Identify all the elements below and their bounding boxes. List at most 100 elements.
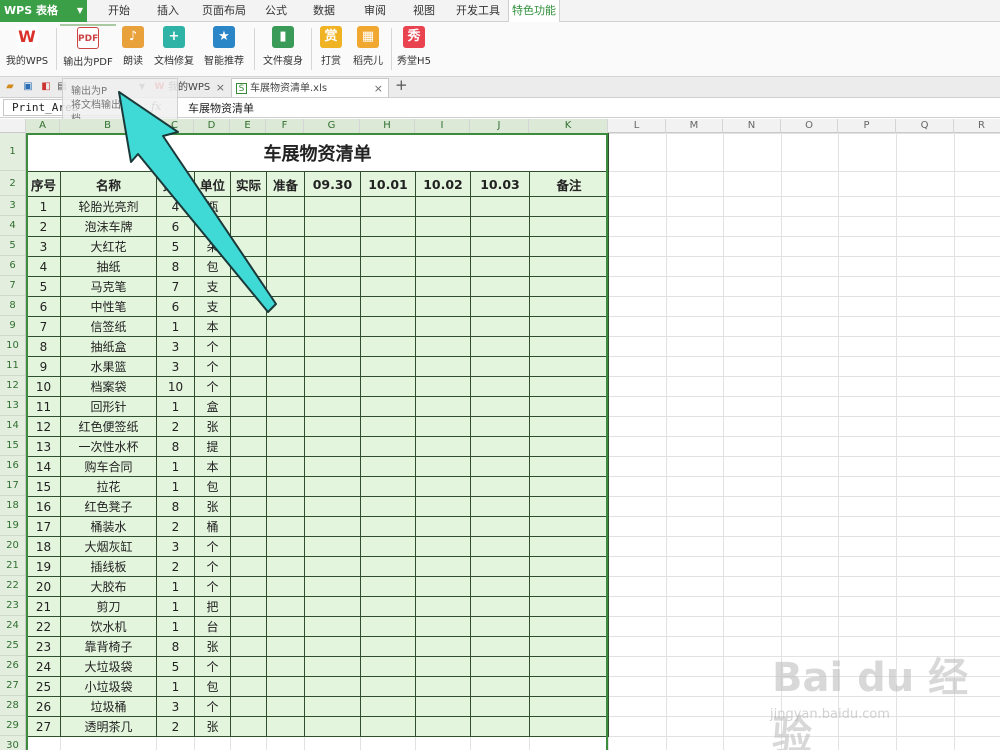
my-wps-button[interactable]: W 我的WPS — [4, 24, 50, 74]
table-cell[interactable]: 张 — [194, 496, 231, 517]
table-cell[interactable] — [266, 496, 305, 517]
table-cell[interactable] — [470, 356, 530, 377]
table-cell[interactable] — [528, 296, 610, 317]
table-cell[interactable]: 泡沫车牌 — [60, 216, 157, 237]
table-cell[interactable] — [230, 596, 267, 617]
table-cell[interactable] — [230, 416, 267, 437]
table-cell[interactable]: 24 — [26, 656, 61, 677]
doc-tab-spreadsheet[interactable]: S 车展物资清单.xls × — [231, 78, 389, 97]
table-cell[interactable]: 包 — [194, 256, 231, 277]
header-cell[interactable]: 数量 — [156, 171, 195, 197]
table-cell[interactable] — [360, 536, 416, 557]
header-cell[interactable]: 10.02 — [415, 171, 471, 197]
table-cell[interactable] — [360, 436, 416, 457]
header-cell[interactable]: 备注 — [528, 171, 610, 197]
table-cell[interactable] — [230, 216, 267, 237]
table-cell[interactable]: 8 — [156, 636, 195, 657]
table-cell[interactable]: 25 — [26, 676, 61, 697]
table-cell[interactable] — [360, 256, 416, 277]
table-cell[interactable]: 个 — [194, 656, 231, 677]
table-cell[interactable] — [360, 236, 416, 257]
table-cell[interactable] — [304, 316, 361, 337]
table-cell[interactable] — [230, 656, 267, 677]
table-cell[interactable] — [266, 356, 305, 377]
row-header[interactable]: 13 — [0, 396, 26, 416]
table-cell[interactable] — [266, 236, 305, 257]
table-cell[interactable] — [266, 416, 305, 437]
table-cell[interactable] — [415, 236, 471, 257]
header-cell[interactable]: 10.03 — [470, 171, 530, 197]
table-cell[interactable] — [470, 676, 530, 697]
table-cell[interactable] — [415, 616, 471, 637]
row-header[interactable]: 29 — [0, 716, 26, 736]
table-cell[interactable] — [304, 376, 361, 397]
table-cell[interactable]: 8 — [156, 436, 195, 457]
close-icon[interactable]: × — [374, 79, 383, 98]
row-header[interactable]: 27 — [0, 676, 26, 696]
table-cell[interactable] — [360, 636, 416, 657]
export-pdf-button[interactable]: PDF 输出为PDF — [60, 24, 116, 68]
table-cell[interactable]: 插线板 — [60, 556, 157, 577]
header-cell[interactable]: 序号 — [26, 171, 61, 197]
table-cell[interactable] — [266, 376, 305, 397]
table-cell[interactable] — [266, 396, 305, 417]
pdf-icon[interactable]: ◧ — [40, 81, 52, 93]
table-cell[interactable] — [470, 496, 530, 517]
row-header[interactable]: 14 — [0, 416, 26, 436]
table-cell[interactable]: 2 — [156, 556, 195, 577]
table-cell[interactable] — [304, 696, 361, 717]
table-cell[interactable]: 水果篮 — [60, 356, 157, 377]
table-cell[interactable] — [528, 356, 610, 377]
column-header-g[interactable]: G — [304, 119, 360, 133]
table-cell[interactable]: 档案袋 — [60, 376, 157, 397]
column-header-a[interactable]: A — [26, 119, 60, 133]
table-cell[interactable] — [528, 676, 610, 697]
table-cell[interactable] — [230, 516, 267, 537]
header-cell[interactable]: 单位 — [194, 171, 231, 197]
table-cell[interactable]: 个 — [194, 696, 231, 717]
table-cell[interactable]: 8 — [26, 336, 61, 357]
tab-data[interactable]: 数据 — [304, 0, 344, 22]
table-cell[interactable] — [415, 436, 471, 457]
column-header-j[interactable]: J — [470, 119, 529, 133]
table-cell[interactable]: 6 — [156, 216, 195, 237]
smart-recommend-button[interactable]: ★ 智能推荐 — [199, 24, 249, 74]
header-cell[interactable]: 名称 — [60, 171, 157, 197]
column-header-c[interactable]: C — [156, 119, 194, 133]
table-cell[interactable] — [230, 476, 267, 497]
table-cell[interactable] — [415, 196, 471, 217]
row-header[interactable]: 24 — [0, 616, 26, 636]
table-cell[interactable]: 张 — [194, 636, 231, 657]
table-cell[interactable] — [360, 276, 416, 297]
sheet-title[interactable]: 车展物资清单 — [25, 133, 610, 172]
table-cell[interactable] — [360, 196, 416, 217]
column-header-q[interactable]: Q — [896, 119, 954, 133]
table-cell[interactable] — [528, 636, 610, 657]
table-cell[interactable] — [470, 276, 530, 297]
table-cell[interactable]: 1 — [156, 476, 195, 497]
table-cell[interactable] — [230, 576, 267, 597]
table-cell[interactable]: 17 — [26, 516, 61, 537]
table-cell[interactable] — [415, 396, 471, 417]
table-cell[interactable] — [528, 336, 610, 357]
table-cell[interactable] — [230, 436, 267, 457]
table-cell[interactable]: 8 — [156, 256, 195, 277]
table-cell[interactable] — [230, 536, 267, 557]
tab-formulas[interactable]: 公式 — [256, 0, 296, 22]
h5-button[interactable]: 秀 秀堂H5 — [396, 24, 432, 74]
table-cell[interactable]: 包 — [194, 476, 231, 497]
table-cell[interactable] — [470, 556, 530, 577]
column-header-e[interactable]: E — [230, 119, 266, 133]
table-cell[interactable] — [415, 456, 471, 477]
table-cell[interactable]: 轮胎光亮剂 — [60, 196, 157, 217]
table-cell[interactable] — [360, 376, 416, 397]
table-cell[interactable] — [266, 336, 305, 357]
row-header[interactable]: 11 — [0, 356, 26, 376]
table-cell[interactable]: 11 — [26, 396, 61, 417]
tab-review[interactable]: 审阅 — [355, 0, 395, 22]
table-cell[interactable] — [360, 556, 416, 577]
table-cell[interactable]: 18 — [26, 536, 61, 557]
row-header[interactable]: 9 — [0, 316, 26, 336]
formula-input[interactable]: 车展物资清单 — [188, 100, 254, 116]
table-cell[interactable]: 6 — [26, 296, 61, 317]
